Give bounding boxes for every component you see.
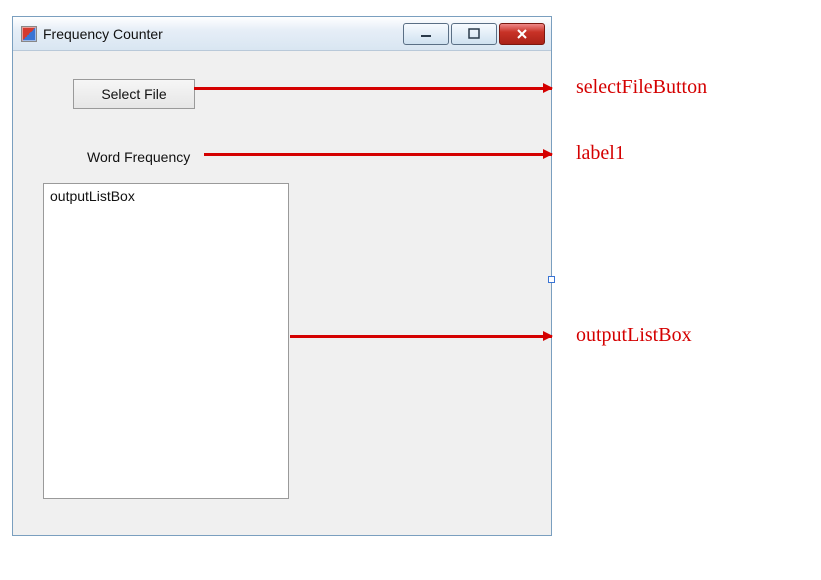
client-area: Select File Word Frequency outputListBox xyxy=(13,51,551,535)
minimize-icon xyxy=(419,29,433,39)
output-listbox[interactable]: outputListBox xyxy=(43,183,289,499)
resize-handle-icon[interactable] xyxy=(548,276,555,283)
minimize-button[interactable] xyxy=(403,23,449,45)
annotation-label: selectFileButton xyxy=(576,76,707,99)
select-file-button[interactable]: Select File xyxy=(73,79,195,109)
maximize-button[interactable] xyxy=(451,23,497,45)
word-frequency-label: Word Frequency xyxy=(87,149,190,165)
close-icon xyxy=(515,28,529,40)
annotation-line xyxy=(194,87,552,90)
titlebar[interactable]: Frequency Counter xyxy=(13,17,551,51)
annotation-line xyxy=(290,335,552,338)
annotation-label: outputListBox xyxy=(576,324,692,347)
annotation-line xyxy=(204,153,552,156)
app-icon xyxy=(21,26,37,42)
list-item[interactable]: outputListBox xyxy=(50,188,282,204)
close-button[interactable] xyxy=(499,23,545,45)
maximize-icon xyxy=(467,28,481,40)
window-buttons xyxy=(403,23,545,45)
app-window: Frequency Counter Select File Word Frequ… xyxy=(12,16,552,536)
annotation-label: label1 xyxy=(576,142,625,165)
window-title: Frequency Counter xyxy=(43,26,403,42)
